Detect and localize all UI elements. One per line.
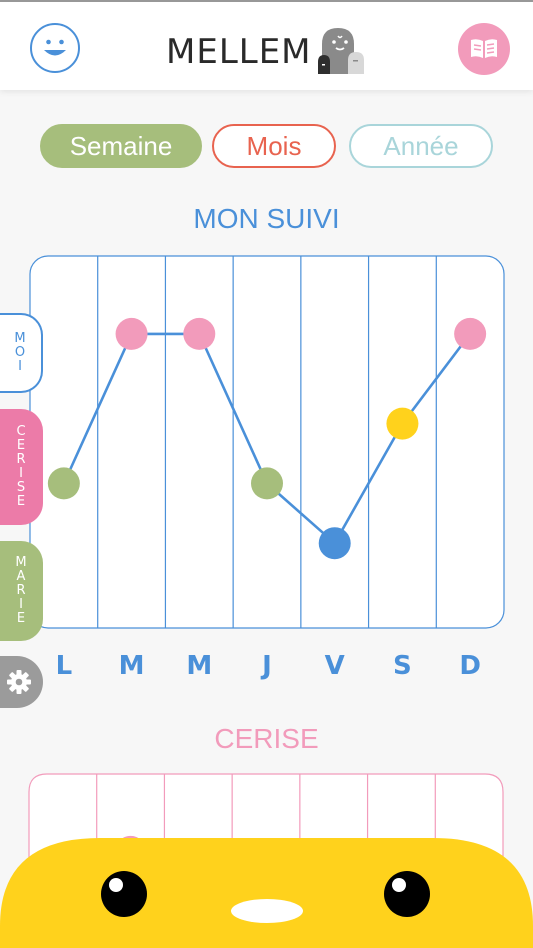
data-point[interactable] <box>318 527 351 560</box>
mood-chart-me: LMMJVSD <box>29 255 505 681</box>
day-tick-label: J <box>260 651 272 681</box>
data-point[interactable] <box>183 317 216 350</box>
data-point[interactable] <box>386 407 419 440</box>
app-header: MELLEM <box>0 2 533 90</box>
day-tick-label: M <box>186 651 212 681</box>
open-book-icon[interactable] <box>458 23 510 75</box>
data-point[interactable] <box>115 317 148 350</box>
settings-button[interactable] <box>0 656 43 708</box>
day-tick-label: M <box>119 651 145 681</box>
chart-title-mon-suivi: MON SUIVI <box>193 203 340 234</box>
period-tab-year[interactable]: Année <box>349 124 493 168</box>
day-tick-label: D <box>459 651 481 681</box>
period-tab-week[interactable]: Semaine <box>40 124 202 168</box>
smiley-face-icon[interactable] <box>30 23 80 73</box>
app-logo-text: MELLEM <box>166 32 312 72</box>
side-tab-label: MOI <box>14 331 27 374</box>
day-tick-label: S <box>393 651 412 681</box>
data-point[interactable] <box>47 467 80 500</box>
day-tick-label: L <box>56 651 73 681</box>
side-tab-cerise[interactable]: CERISE <box>0 409 43 525</box>
chart-frame <box>29 255 505 629</box>
side-tab-marie[interactable]: MARIE <box>0 541 43 641</box>
day-tick-label: V <box>325 651 345 681</box>
yellow-chick-mascot <box>0 838 533 948</box>
chart-title-cerise: CERISE <box>214 723 319 754</box>
period-tab-month[interactable]: Mois <box>212 124 336 168</box>
data-point[interactable] <box>251 467 283 500</box>
side-tab-moi[interactable]: MOI <box>0 313 43 393</box>
ghosts-logo-icon <box>316 22 372 78</box>
gear-icon <box>7 670 31 694</box>
side-tab-label: MARIE <box>15 555 28 626</box>
data-point[interactable] <box>454 317 487 350</box>
side-tab-label: CERISE <box>16 424 27 509</box>
